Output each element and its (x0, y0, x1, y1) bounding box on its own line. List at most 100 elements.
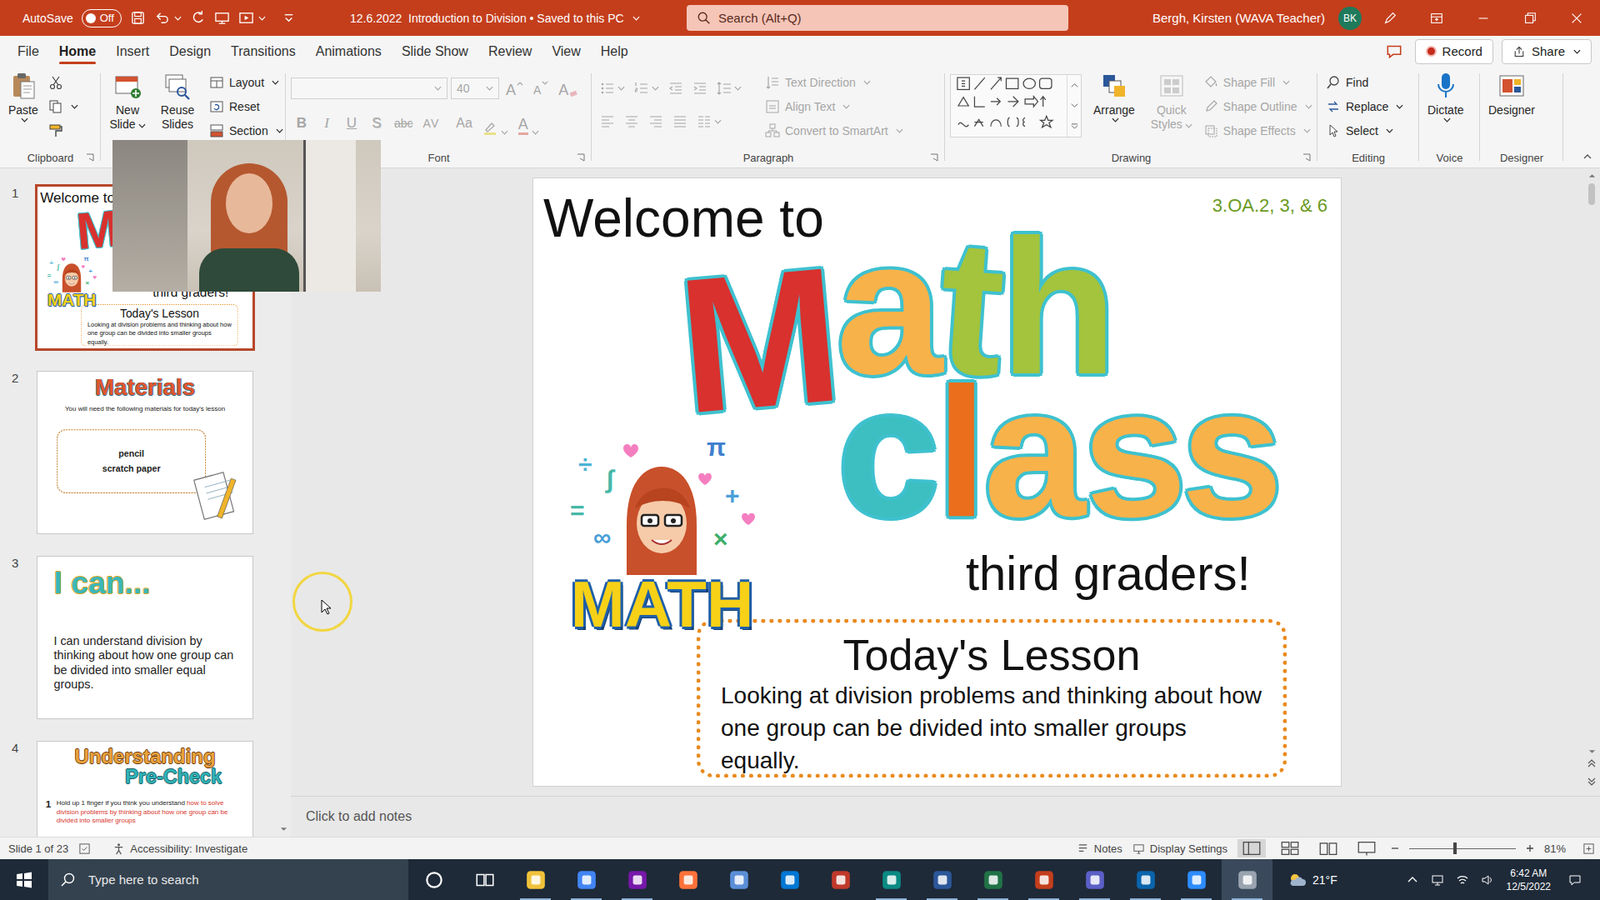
ribbon-tab[interactable]: Insert (105, 35, 160, 67)
slide-thumbnail[interactable]: UnderstandingPre-Check1Hold up 1 finger … (36, 740, 254, 837)
ribbon-tab[interactable]: View (541, 35, 590, 67)
grow-font-button[interactable]: A (502, 76, 527, 100)
welcome-heading[interactable]: Welcome to (543, 186, 825, 251)
decrease-indent-button[interactable] (665, 76, 687, 100)
replace-button[interactable]: Replace (1322, 94, 1407, 119)
autosave-toggle[interactable]: Off (81, 9, 122, 28)
spelling-icon[interactable] (78, 842, 91, 855)
taskbar-app[interactable] (815, 859, 866, 900)
shape-effects-button[interactable]: Shape Effects (1200, 118, 1316, 143)
record-button[interactable]: Record (1415, 39, 1494, 65)
taskbar-app[interactable] (510, 859, 561, 900)
shape-fill-button[interactable]: Shape Fill (1200, 70, 1316, 95)
highlight-button[interactable] (479, 111, 512, 135)
redo-icon[interactable] (190, 10, 206, 26)
display-settings-button[interactable]: Display Settings (1132, 842, 1228, 855)
dialog-launcher-icon[interactable] (1302, 153, 1311, 162)
dialog-launcher-icon[interactable] (930, 153, 939, 162)
scroll-down-icon[interactable] (280, 826, 288, 832)
ribbon-tab[interactable]: Animations (305, 35, 392, 67)
zoom-out-icon[interactable] (1390, 844, 1400, 853)
bullets-button[interactable] (596, 76, 629, 100)
wifi-icon[interactable] (1455, 873, 1470, 887)
quick-styles-button[interactable]: Quick Styles (1146, 70, 1197, 134)
reading-view-icon[interactable] (1314, 839, 1343, 858)
network-icon[interactable] (1430, 873, 1445, 887)
next-slide-icon[interactable] (1587, 777, 1596, 786)
increase-indent-button[interactable] (689, 76, 711, 100)
notes-field[interactable]: Click to add notes (290, 795, 1600, 837)
save-icon[interactable] (130, 10, 146, 26)
shapes-gallery[interactable] (950, 74, 1082, 138)
arrange-button[interactable]: Arrange (1090, 70, 1139, 125)
taskbar-app[interactable] (713, 859, 765, 900)
chevron-down-icon[interactable] (174, 15, 182, 21)
zoom-slider-thumb[interactable] (1453, 842, 1457, 855)
numbering-button[interactable] (630, 76, 663, 100)
previous-slide-icon[interactable] (1587, 759, 1596, 768)
zoom-slider[interactable] (1409, 848, 1516, 850)
slide-thumbnail[interactable]: I can...I can understand division by thi… (36, 555, 254, 720)
minimize-button[interactable] (1460, 0, 1507, 36)
taskbar-app[interactable] (1018, 859, 1070, 900)
scroll-down-icon[interactable] (1588, 749, 1596, 755)
notifications-icon[interactable] (1568, 873, 1582, 887)
slideshow-icon[interactable] (238, 10, 255, 26)
reuse-slides-button[interactable]: Reuse Slides (152, 70, 203, 134)
taskbar-app[interactable] (764, 859, 815, 900)
notes-button[interactable]: Notes (1076, 842, 1123, 855)
taskbar-app[interactable] (865, 859, 917, 900)
user-name[interactable]: Bergh, Kirsten (WAVA Teacher) (1152, 10, 1325, 25)
start-button[interactable] (0, 859, 49, 900)
slide-sorter-icon[interactable] (1275, 839, 1305, 858)
class-logo[interactable]: class (837, 360, 1280, 545)
gallery-more-icon[interactable] (1070, 123, 1079, 130)
format-button[interactable]: abc (390, 111, 417, 135)
zoom-in-icon[interactable] (1525, 844, 1535, 853)
standards-label[interactable]: 3.OA.2, 3, & 6 (1212, 195, 1328, 217)
ribbon-display-button[interactable] (1413, 0, 1460, 36)
format-button[interactable]: B (290, 111, 313, 135)
slide-canvas[interactable]: Welcome to3.OA.2, 3, & 6Mathclassπ÷∫=∞×+… (533, 178, 1341, 786)
slide-thumbnail[interactable]: MaterialsYou will need the following mat… (36, 370, 254, 535)
editor-scrollbar[interactable] (1583, 168, 1600, 796)
justify-button[interactable] (669, 110, 691, 134)
text-direction-button[interactable]: Text Direction (761, 70, 907, 95)
accessibility-status[interactable]: Accessibility: Investigate (112, 842, 248, 855)
fit-to-window-icon[interactable] (1582, 842, 1595, 855)
scroll-thumb[interactable] (1588, 183, 1595, 205)
select-button[interactable]: Select (1322, 118, 1407, 143)
taskbar-app[interactable] (611, 859, 663, 900)
dialog-launcher-icon[interactable] (576, 153, 585, 162)
section-button[interactable]: Section (205, 118, 287, 143)
reset-button[interactable]: Reset (205, 94, 287, 119)
ribbon-tab[interactable]: Transitions (220, 35, 306, 67)
cortana-button[interactable] (408, 859, 460, 900)
taskbar-app[interactable] (1170, 859, 1222, 900)
ribbon-tab[interactable]: File (7, 35, 50, 67)
align-left-button[interactable] (596, 110, 619, 134)
comments-icon[interactable] (1385, 42, 1404, 61)
task-view-button[interactable] (459, 859, 510, 900)
shrink-font-button[interactable]: A (530, 76, 552, 100)
copy-button[interactable] (45, 94, 82, 119)
taskbar-app[interactable] (967, 859, 1019, 900)
find-button[interactable]: Find (1322, 70, 1407, 95)
chevron-down-icon[interactable] (258, 15, 266, 21)
align-right-button[interactable] (645, 110, 667, 134)
slideshow-view-icon[interactable] (1352, 839, 1381, 858)
volume-icon[interactable] (1480, 873, 1495, 887)
document-title[interactable]: 12.6.2022 Introduction to Division • Sav… (333, 11, 679, 25)
ribbon-tab[interactable]: Design (159, 35, 221, 67)
format-button[interactable]: S (365, 111, 388, 135)
new-slide-button[interactable]: New Slide (105, 70, 150, 134)
lesson-box[interactable]: Today's LessonLooking at division proble… (696, 619, 1287, 778)
cut-button[interactable] (45, 70, 82, 95)
taskbar-app[interactable] (1069, 859, 1120, 900)
clock[interactable]: 6:42 AM12/5/2022 (1506, 866, 1551, 894)
format-button[interactable]: AV (420, 111, 444, 135)
ribbon-tab[interactable]: Home (49, 35, 106, 67)
restore-button[interactable] (1506, 0, 1554, 36)
align-center-button[interactable] (620, 110, 643, 134)
taskbar-app[interactable] (560, 859, 612, 900)
